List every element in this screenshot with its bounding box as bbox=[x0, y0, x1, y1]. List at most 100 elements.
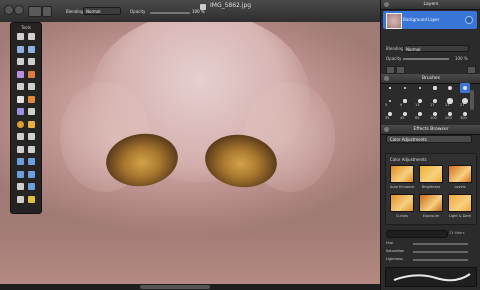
right-panel: Layers Background Layer Blending Normal … bbox=[380, 0, 480, 290]
pen-icon[interactable] bbox=[28, 170, 35, 178]
effects-category-select[interactable]: Color Adjustments bbox=[386, 135, 472, 143]
effect-preset[interactable]: Curves bbox=[389, 194, 415, 220]
brush-preset[interactable]: 5 bbox=[385, 96, 395, 107]
brush-dot-icon bbox=[462, 85, 468, 91]
clone-stamp-icon[interactable] bbox=[17, 120, 24, 128]
ellipse-select-icon[interactable] bbox=[28, 45, 35, 53]
zoom-tool-icon[interactable] bbox=[17, 195, 24, 203]
crop-icon[interactable] bbox=[17, 83, 24, 90]
brush-preset[interactable] bbox=[415, 83, 425, 93]
toolbar-opacity-label: Opacity bbox=[130, 9, 146, 14]
layers-opacity-slider[interactable] bbox=[403, 58, 449, 60]
brush-preset[interactable] bbox=[400, 83, 410, 93]
toolbar-blending-select[interactable]: Normal bbox=[83, 7, 121, 15]
close-window-button[interactable] bbox=[4, 5, 14, 15]
effect-thumbnail bbox=[419, 165, 443, 183]
brush-preset[interactable]: 13 bbox=[415, 96, 425, 107]
magic-wand-icon[interactable] bbox=[17, 70, 24, 78]
smudge-icon[interactable] bbox=[17, 145, 24, 153]
layers-toggle-button[interactable] bbox=[42, 6, 52, 17]
effect-preset[interactable]: Levels bbox=[447, 165, 473, 191]
brush-preset[interactable] bbox=[445, 83, 455, 93]
brush-dot-icon bbox=[389, 87, 391, 89]
brush-preset[interactable]: 17 bbox=[430, 96, 440, 107]
add-layer-button[interactable] bbox=[386, 66, 395, 74]
sharpen-icon[interactable] bbox=[17, 170, 24, 178]
minimize-window-button[interactable] bbox=[14, 5, 24, 15]
layers-panel-header: Layers bbox=[381, 0, 480, 10]
close-icon[interactable] bbox=[384, 127, 389, 132]
color-picker-icon[interactable] bbox=[28, 195, 35, 203]
blur-icon[interactable] bbox=[28, 158, 35, 165]
layer-row[interactable]: Background Layer bbox=[383, 11, 477, 29]
heal-icon[interactable] bbox=[17, 133, 24, 140]
horizontal-scroll-thumb[interactable] bbox=[140, 285, 210, 289]
gradient-icon[interactable] bbox=[17, 108, 24, 115]
close-icon[interactable] bbox=[384, 2, 389, 7]
rect-select-icon[interactable] bbox=[17, 45, 24, 53]
lasso-icon[interactable] bbox=[17, 58, 24, 65]
text-icon[interactable] bbox=[17, 183, 24, 190]
saturation-slider[interactable] bbox=[413, 251, 468, 253]
paint-bucket-icon[interactable] bbox=[28, 108, 35, 115]
eraser-icon[interactable] bbox=[17, 95, 24, 103]
brush-preset[interactable]: 21 bbox=[445, 96, 455, 107]
hue-label: Hue bbox=[386, 241, 394, 245]
brush-preset[interactable]: 45 bbox=[400, 109, 410, 120]
close-icon[interactable] bbox=[384, 76, 389, 81]
panel-scrollbar[interactable] bbox=[470, 90, 474, 110]
image-canvas[interactable] bbox=[0, 22, 380, 290]
brush-preset[interactable] bbox=[430, 83, 440, 93]
star-shape-icon[interactable] bbox=[28, 183, 35, 190]
stroke-preview-icon bbox=[393, 273, 471, 282]
brush-preset[interactable]: 9 bbox=[400, 96, 410, 107]
effects-search-input[interactable] bbox=[386, 230, 448, 238]
dodge-icon[interactable] bbox=[28, 145, 35, 153]
visibility-icon[interactable] bbox=[465, 16, 473, 24]
effect-preset[interactable]: Exposure bbox=[418, 194, 444, 220]
move-icon[interactable] bbox=[17, 33, 24, 40]
brush-preset[interactable]: 200 bbox=[445, 109, 455, 120]
view-mode-button[interactable] bbox=[28, 6, 42, 17]
brush-preset[interactable] bbox=[460, 83, 470, 93]
eyedropper-icon[interactable] bbox=[28, 70, 35, 78]
layer-name: Background Layer bbox=[403, 17, 440, 22]
effect-preset[interactable]: Brightness bbox=[418, 165, 444, 191]
brush-icon[interactable] bbox=[28, 120, 35, 128]
effect-label: Brightness bbox=[421, 185, 441, 189]
document-icon bbox=[200, 4, 206, 10]
effect-preset[interactable]: Light & Dark bbox=[447, 194, 473, 220]
burn-icon[interactable] bbox=[28, 133, 35, 140]
zoom-icon[interactable] bbox=[28, 33, 35, 40]
horizontal-scrollbar[interactable] bbox=[0, 284, 380, 290]
layer-options-button[interactable] bbox=[467, 66, 476, 74]
brush-preset[interactable]: 35 bbox=[385, 109, 395, 120]
filter-count: 13 filters bbox=[449, 231, 465, 235]
pencil-icon[interactable] bbox=[28, 95, 35, 103]
brush-preset[interactable] bbox=[385, 83, 395, 93]
brush-preset[interactable]: 300 bbox=[460, 109, 470, 120]
toolbar-opacity-slider[interactable] bbox=[150, 12, 190, 14]
effect-label: Auto Enhance bbox=[389, 185, 415, 189]
effects-panel-header: Effects Browser bbox=[381, 125, 480, 135]
brush-preset[interactable]: 65 bbox=[415, 109, 425, 120]
effect-thumbnail bbox=[448, 194, 472, 212]
brush-size-label: 13 bbox=[415, 103, 420, 107]
dropper-icon[interactable] bbox=[17, 158, 24, 165]
lightness-slider[interactable] bbox=[413, 259, 468, 261]
polygon-lasso-icon[interactable] bbox=[28, 58, 35, 65]
brush-size-label: 21 bbox=[445, 103, 450, 107]
line-icon[interactable] bbox=[28, 83, 35, 90]
effect-thumbnail bbox=[448, 165, 472, 183]
effect-preset[interactable]: Auto Enhance bbox=[389, 165, 415, 191]
brush-preset[interactable]: 27 bbox=[460, 96, 470, 107]
brush-grid: 5 9 13 17 21 27 35 45 65 100 200 300 bbox=[385, 83, 477, 123]
delete-layer-button[interactable] bbox=[396, 66, 405, 74]
hue-slider[interactable] bbox=[413, 243, 468, 245]
brush-dot-icon bbox=[448, 86, 452, 90]
brush-dot-icon bbox=[403, 99, 407, 103]
layers-blending-select[interactable]: Normal bbox=[403, 45, 469, 52]
layers-opacity-label: Opacity bbox=[386, 56, 402, 61]
brush-stroke-preview bbox=[385, 267, 477, 287]
brush-preset[interactable]: 100 bbox=[430, 109, 440, 120]
